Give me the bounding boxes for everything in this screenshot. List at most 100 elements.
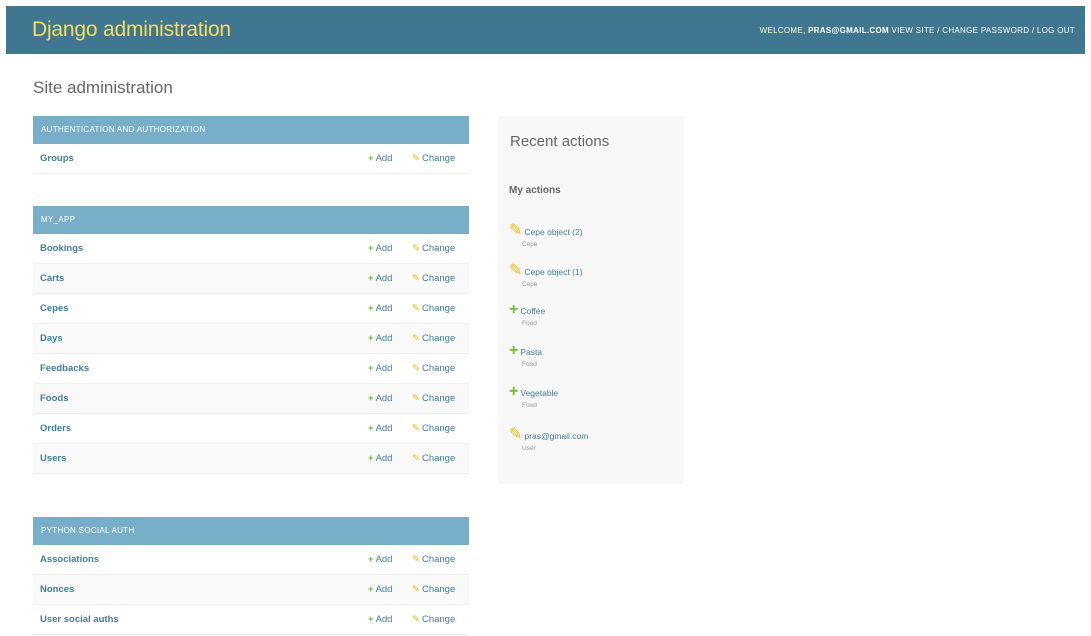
model-row: Orders + Add ✎ Change xyxy=(33,414,469,444)
add-label: Add xyxy=(375,584,393,595)
pencil-icon: ✎ xyxy=(412,273,420,284)
logout-link[interactable]: LOG OUT xyxy=(1037,26,1075,35)
separator: / xyxy=(937,25,940,35)
module-caption[interactable]: MY_APP xyxy=(33,206,469,234)
add-link[interactable]: + Add xyxy=(368,423,412,434)
add-link[interactable]: + Add xyxy=(368,614,412,625)
view-site-link[interactable]: VIEW SITE xyxy=(892,26,935,35)
model-row: Cepes + Add ✎ Change xyxy=(33,294,469,324)
model-row: Days + Add ✎ Change xyxy=(33,324,469,354)
change-password-link[interactable]: CHANGE PASSWORD xyxy=(942,26,1029,35)
pencil-icon: ✎ xyxy=(412,614,420,625)
change-link[interactable]: ✎ Change xyxy=(412,453,469,464)
recent-action-item[interactable]: + Pasta Food xyxy=(509,342,542,368)
pencil-icon: ✎ xyxy=(412,423,420,434)
recent-action-link[interactable]: pras@gmail.com xyxy=(524,431,588,441)
change-link[interactable]: ✎ Change xyxy=(412,243,469,254)
header: Django administration WELCOME, PRAS@GMAI… xyxy=(6,6,1085,54)
change-link[interactable]: ✎ Change xyxy=(412,423,469,434)
add-link[interactable]: + Add xyxy=(368,303,412,314)
module-caption[interactable]: AUTHENTICATION AND AUTHORIZATION xyxy=(33,116,469,144)
change-link[interactable]: ✎ Change xyxy=(412,554,469,565)
add-link[interactable]: + Add xyxy=(368,153,412,164)
recent-action-link[interactable]: Pasta xyxy=(520,347,542,357)
plus-icon: + xyxy=(368,273,374,284)
plus-icon: + xyxy=(368,393,374,404)
model-link[interactable]: Nonces xyxy=(40,584,368,595)
model-row: Bookings + Add ✎ Change xyxy=(33,234,469,264)
change-label: Change xyxy=(421,554,456,565)
pencil-icon: ✎ xyxy=(509,426,523,443)
recent-action-item[interactable]: ✎ Cepe object (2) Cepe xyxy=(509,220,583,248)
pencil-icon: ✎ xyxy=(509,262,523,279)
change-link[interactable]: ✎ Change xyxy=(412,153,469,164)
recent-action-link[interactable]: Cepe object (1) xyxy=(524,267,582,277)
pencil-icon: ✎ xyxy=(412,153,420,164)
add-link[interactable]: + Add xyxy=(368,363,412,374)
add-link[interactable]: + Add xyxy=(368,273,412,284)
model-link[interactable]: Orders xyxy=(40,423,368,434)
change-link[interactable]: ✎ Change xyxy=(412,614,469,625)
change-label: Change xyxy=(421,393,456,404)
model-link[interactable]: Groups xyxy=(40,153,368,164)
recent-action-link[interactable]: Cepe object (2) xyxy=(524,227,582,237)
recent-action-link[interactable]: Vegetable xyxy=(520,388,558,398)
add-link[interactable]: + Add xyxy=(368,584,412,595)
model-link[interactable]: Users xyxy=(40,453,368,464)
add-link[interactable]: + Add xyxy=(368,333,412,344)
pencil-icon: ✎ xyxy=(412,363,420,374)
change-label: Change xyxy=(421,243,456,254)
my-actions-title: My actions xyxy=(509,185,561,196)
change-link[interactable]: ✎ Change xyxy=(412,273,469,284)
change-label: Change xyxy=(421,614,456,625)
model-row: Carts + Add ✎ Change xyxy=(33,264,469,294)
welcome-text: WELCOME, xyxy=(759,25,806,35)
recent-actions-panel: Recent actions My actions ✎ Cepe object (… xyxy=(498,116,684,484)
model-link[interactable]: Cepes xyxy=(40,303,368,314)
module-python-social-auth: PYTHON SOCIAL AUTH Associations + Add ✎ Ch… xyxy=(33,517,469,635)
recent-action-link[interactable]: Coffee xyxy=(520,306,545,316)
recent-action-item[interactable]: + Vegetable Food xyxy=(509,383,558,409)
pencil-icon: ✎ xyxy=(412,243,420,254)
recent-action-type: Cepe xyxy=(522,281,538,288)
site-branding[interactable]: Django administration xyxy=(32,18,231,42)
change-link[interactable]: ✎ Change xyxy=(412,584,469,595)
page-title: Site administration xyxy=(33,78,173,97)
add-link[interactable]: + Add xyxy=(368,393,412,404)
change-link[interactable]: ✎ Change xyxy=(412,333,469,344)
change-link[interactable]: ✎ Change xyxy=(412,363,469,374)
recent-actions-title: Recent actions xyxy=(510,133,610,150)
recent-action-item[interactable]: ✎ pras@gmail.com User xyxy=(509,424,588,452)
module-caption[interactable]: PYTHON SOCIAL AUTH xyxy=(33,517,469,545)
module-my-app: MY_APP Bookings + Add ✎ Change Carts + Add … xyxy=(33,206,469,474)
plus-icon: + xyxy=(368,554,374,565)
model-link[interactable]: User social auths xyxy=(40,614,368,625)
model-row: Associations + Add ✎ Change xyxy=(33,545,469,575)
change-label: Change xyxy=(421,584,456,595)
add-label: Add xyxy=(375,303,393,314)
plus-icon: + xyxy=(368,423,374,434)
add-label: Add xyxy=(375,554,393,565)
add-link[interactable]: + Add xyxy=(368,243,412,254)
recent-action-item[interactable]: ✎ Cepe object (1) Cepe xyxy=(509,260,583,288)
change-link[interactable]: ✎ Change xyxy=(412,393,469,404)
model-link[interactable]: Bookings xyxy=(40,243,368,254)
module-authentication: AUTHENTICATION AND AUTHORIZATION Groups … xyxy=(33,116,469,174)
add-label: Add xyxy=(375,153,393,164)
pencil-icon: ✎ xyxy=(412,333,420,344)
recent-action-item[interactable]: + Coffee Food xyxy=(509,301,545,327)
pencil-icon: ✎ xyxy=(412,554,420,565)
recent-action-type: User xyxy=(522,445,536,452)
add-link[interactable]: + Add xyxy=(368,453,412,464)
model-link[interactable]: Carts xyxy=(40,273,368,284)
add-link[interactable]: + Add xyxy=(368,554,412,565)
add-label: Add xyxy=(375,453,393,464)
add-label: Add xyxy=(375,243,393,254)
change-link[interactable]: ✎ Change xyxy=(412,303,469,314)
model-link[interactable]: Days xyxy=(40,333,368,344)
add-label: Add xyxy=(375,333,393,344)
model-link[interactable]: Feedbacks xyxy=(40,363,368,374)
model-link[interactable]: Foods xyxy=(40,393,368,404)
model-link[interactable]: Associations xyxy=(40,554,368,565)
plus-icon: + xyxy=(509,383,519,400)
